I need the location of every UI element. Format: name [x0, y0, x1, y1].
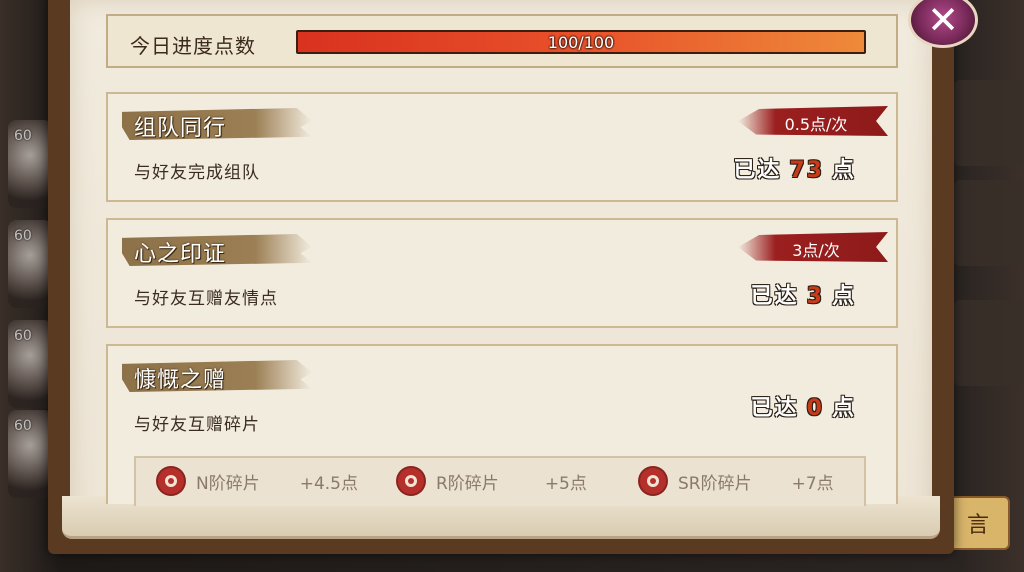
achieved-prefix: 已达 [750, 284, 799, 309]
rate-badge: 3点/次 [738, 232, 888, 262]
card-description: 与好友互赠友情点 [134, 289, 278, 309]
card-description: 与好友完成组队 [134, 163, 260, 183]
shard-label: N阶碎片 [196, 473, 260, 494]
progress-label: 今日进度点数 [130, 34, 256, 58]
avatar-level: 60 [14, 328, 32, 344]
shard-bonus: +4.5点 [299, 473, 358, 494]
background-avatar: 60 [8, 320, 52, 408]
card-title: 慷慨之赠 [134, 368, 227, 393]
shard-reward-r: R阶碎片 +5点 [398, 468, 587, 494]
background-avatar: 60 [8, 410, 52, 498]
card-title-banner: 慷慨之赠 [122, 358, 312, 394]
background-panel [954, 300, 1024, 386]
rate-badge: 0.5点/次 [738, 106, 888, 136]
task-card-team: 组队同行 与好友完成组队 0.5点/次 已达 73 点 [106, 92, 898, 202]
rate-text: 3点/次 [792, 241, 840, 260]
achieved-prefix: 已达 [750, 396, 799, 421]
message-button[interactable]: 言 [946, 496, 1010, 550]
background-avatar: 60 [8, 220, 52, 308]
close-icon: ✕ [927, 0, 959, 42]
shard-reward-n: N阶碎片 +4.5点 [158, 468, 358, 494]
progress-bar: 100/100 [296, 30, 866, 54]
card-title: 心之印证 [134, 242, 227, 267]
card-title: 组队同行 [134, 116, 227, 141]
shard-reward-sr: SR阶碎片 +7点 [640, 468, 834, 494]
background-panel [954, 80, 1024, 166]
avatar-level: 60 [14, 228, 32, 244]
progress-text: 100/100 [547, 33, 615, 52]
achieved-value: 0 [806, 396, 824, 421]
shard-bonus: +7点 [791, 473, 834, 494]
achieved-suffix: 点 [831, 158, 856, 183]
daily-progress-box: 今日进度点数 100/100 [106, 14, 898, 68]
achieved-prefix: 已达 [733, 158, 782, 183]
tomoe-icon [158, 468, 184, 494]
achieved-points: 已达 73 点 [733, 152, 856, 184]
achieved-suffix: 点 [831, 396, 856, 421]
tomoe-icon [398, 468, 424, 494]
achieved-suffix: 点 [831, 284, 856, 309]
shard-label: R阶碎片 [436, 473, 499, 494]
shard-bonus: +5点 [544, 473, 587, 494]
avatar-level: 60 [14, 418, 32, 434]
achieved-value: 3 [806, 284, 824, 309]
shard-label: SR阶碎片 [678, 473, 752, 494]
card-title-banner: 心之印证 [122, 232, 312, 268]
background-avatar: 60 [8, 120, 52, 208]
task-card-gift: 慷慨之赠 与好友互赠碎片 已达 0 点 N阶碎片 +4.5点 R阶碎片 +5点 SR… [106, 344, 898, 506]
achieved-value: 73 [789, 158, 824, 183]
rate-text: 0.5点/次 [784, 115, 848, 134]
shard-rewards-row: N阶碎片 +4.5点 R阶碎片 +5点 SR阶碎片 +7点 [134, 456, 866, 506]
tomoe-icon [640, 468, 666, 494]
avatar-level: 60 [14, 128, 32, 144]
achieved-points: 已达 3 点 [751, 278, 856, 310]
card-title-banner: 组队同行 [122, 106, 312, 142]
task-card-friendship: 心之印证 与好友互赠友情点 3点/次 已达 3 点 [106, 218, 898, 328]
achieved-points: 已达 0 点 [751, 390, 856, 422]
card-description: 与好友互赠碎片 [134, 415, 260, 435]
background-panel [954, 180, 1024, 266]
